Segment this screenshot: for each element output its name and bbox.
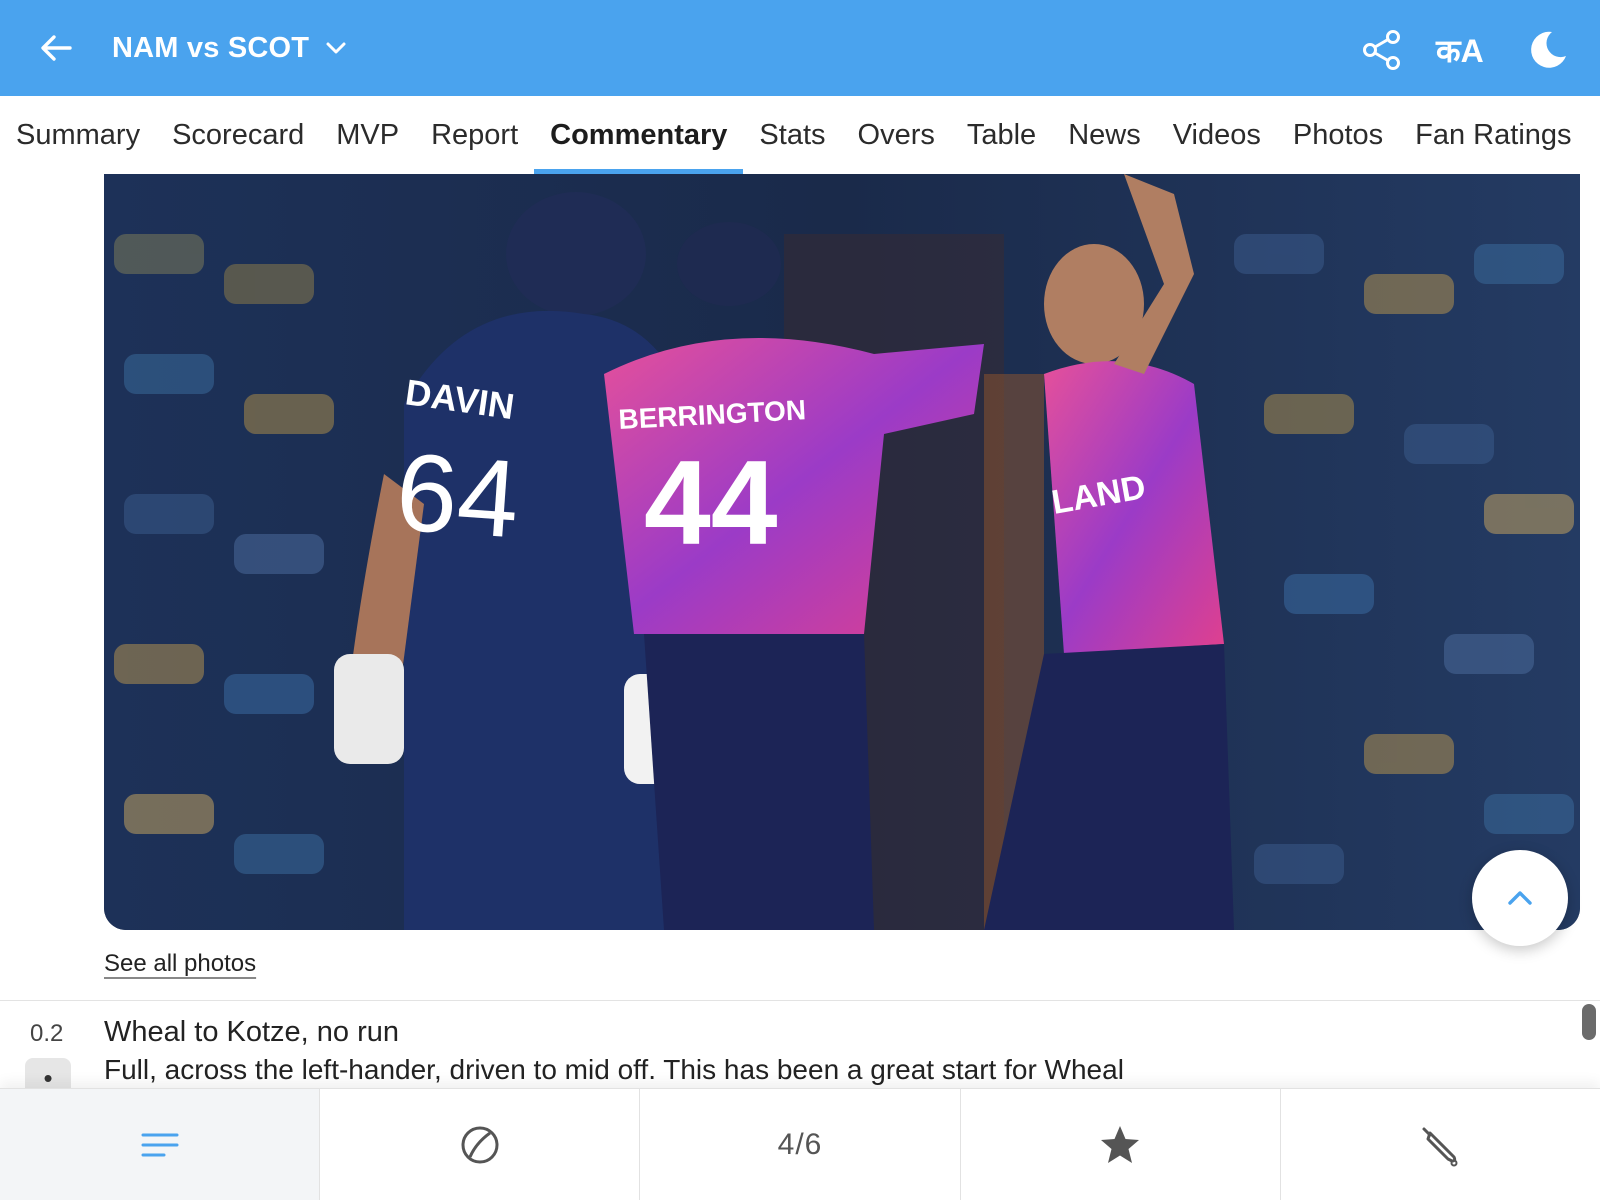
nav-highlights[interactable] xyxy=(961,1089,1281,1200)
tab-fan-ratings[interactable]: Fan Ratings xyxy=(1399,96,1587,174)
commentary-headline: Wheal to Kotze, no run xyxy=(104,1016,399,1048)
jersey-number-left: 64 xyxy=(392,430,523,561)
tab-overs[interactable]: Overs xyxy=(842,96,951,174)
nav-wickets[interactable] xyxy=(320,1089,641,1200)
scroll-to-top-button[interactable] xyxy=(1472,850,1568,946)
tab-stats[interactable]: Stats xyxy=(743,96,841,174)
over-number: 0.2 xyxy=(30,1020,64,1047)
share-icon[interactable] xyxy=(1358,26,1406,74)
nav-batting[interactable] xyxy=(1281,1089,1600,1200)
star-icon xyxy=(1101,1125,1140,1163)
nav-innings-pager[interactable]: 4/6 xyxy=(640,1089,961,1200)
bottom-navigation: 4/6 xyxy=(0,1088,1600,1200)
menu-icon xyxy=(141,1133,179,1156)
jersey-number-middle: 44 xyxy=(644,436,778,570)
language-icon[interactable]: कA xyxy=(1436,30,1496,70)
divider xyxy=(0,1000,1600,1001)
match-photo-carousel[interactable]: DAVIN 64 BERRINGTON 44 LAND xyxy=(104,174,1580,930)
tab-report[interactable]: Report xyxy=(415,96,534,174)
back-arrow-icon[interactable] xyxy=(34,26,78,70)
match-tabs: Summary Scorecard MVP Report Commentary … xyxy=(0,96,1600,174)
see-all-photos-link[interactable]: See all photos xyxy=(104,950,256,978)
chevron-down-icon xyxy=(326,42,346,54)
tab-table[interactable]: Table xyxy=(951,96,1052,174)
moon-icon[interactable] xyxy=(1522,26,1570,74)
tab-scorecard[interactable]: Scorecard xyxy=(156,96,320,174)
tab-mvp[interactable]: MVP xyxy=(320,96,415,174)
top-app-bar: NAM vs SCOT कA xyxy=(0,0,1600,96)
scrollbar-thumb[interactable] xyxy=(1582,1004,1596,1040)
chevron-up-icon xyxy=(1508,891,1532,905)
tab-photos[interactable]: Photos xyxy=(1277,96,1399,174)
bat-icon xyxy=(1422,1127,1458,1166)
match-photo: DAVIN 64 BERRINGTON 44 LAND xyxy=(104,174,1580,930)
tab-commentary[interactable]: Commentary xyxy=(534,96,744,174)
tab-news[interactable]: News xyxy=(1052,96,1157,174)
page-count: 4/6 xyxy=(777,1127,823,1161)
match-title: NAM vs SCOT xyxy=(112,31,310,64)
match-title-dropdown[interactable]: NAM vs SCOT xyxy=(112,28,349,68)
tab-summary[interactable]: Summary xyxy=(16,96,156,174)
tab-videos[interactable]: Videos xyxy=(1157,96,1277,174)
commentary-text: Full, across the left-hander, driven to … xyxy=(104,1054,1124,1085)
nav-full-commentary[interactable] xyxy=(0,1089,321,1200)
ball-icon xyxy=(461,1126,499,1163)
